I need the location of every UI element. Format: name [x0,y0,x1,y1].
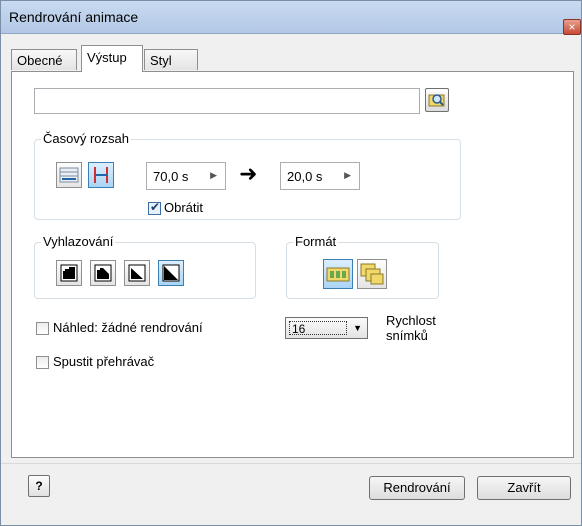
format-group: Formát [286,234,439,299]
tab-styl[interactable]: Styl [144,49,198,70]
antialias-low-icon [94,264,112,282]
browse-button[interactable] [425,88,449,112]
antialias-medium-button[interactable] [124,260,150,286]
frame-rate-label-2: snímků [386,328,428,343]
video-format-button[interactable] [323,259,353,289]
preview-checkbox[interactable] [36,322,49,335]
frame-rate-label-1: Rychlost [386,313,436,328]
title-bar[interactable]: Rendrování animace × [1,1,581,35]
antialias-high-icon [162,264,180,282]
output-file-input[interactable] [34,88,420,114]
tab-panel-vystup: Časový rozsah 70,0 s ▶ ➜ 20,0 s ▶ ✔ Obrá… [11,71,574,458]
end-time-spinner[interactable]: 20,0 s ▶ [280,162,360,190]
launch-player-label: Spustit přehrávač [53,354,155,369]
video-format-icon [326,267,350,282]
render-button[interactable]: Rendrování [369,476,465,500]
checkmark-icon: ✔ [150,200,161,214]
render-animation-dialog: Rendrování animace × Obecné Výstup Styl … [0,0,582,526]
spin-right-icon[interactable]: ▶ [344,170,351,181]
whole-range-button[interactable] [56,162,82,188]
help-icon[interactable]: ? [28,475,50,497]
close-button[interactable]: Zavřít [477,476,571,500]
reverse-checkbox[interactable]: ✔ [148,200,161,215]
start-time-spinner[interactable]: 70,0 s ▶ [146,162,226,190]
tab-vystup[interactable]: Výstup [81,45,143,72]
image-sequence-format-button[interactable] [357,259,387,289]
preview-label: Náhled: žádné rendrování [53,320,203,335]
antialias-medium-icon [128,264,146,282]
footer-divider [1,463,581,464]
window-title: Rendrování animace [9,9,139,25]
chevron-down-icon: ▼ [353,323,362,333]
image-sequence-format-icon [360,263,384,285]
antialias-high-button[interactable] [158,260,184,286]
frame-rate-value: 16 [289,321,347,336]
close-icon[interactable]: × [563,19,581,35]
format-label: Formát [293,234,339,249]
launch-player-checkbox[interactable] [36,356,49,369]
time-range-icon [94,167,108,183]
time-range-group: Časový rozsah 70,0 s ▶ ➜ 20,0 s ▶ ✔ Obrá… [34,131,461,220]
frame-rate-select[interactable]: 16 ▼ [285,317,368,339]
time-range-label: Časový rozsah [41,131,131,146]
start-time-value: 70,0 s [153,169,189,184]
arrow-right-icon: ➜ [239,161,258,186]
whole-range-icon [59,167,79,183]
antialias-none-icon [60,264,78,282]
antialias-none-button[interactable] [56,260,82,286]
end-time-value: 20,0 s [287,169,323,184]
reverse-label: Obrátit [164,200,204,215]
browse-folder-icon [428,94,445,107]
spin-right-icon[interactable]: ▶ [210,170,217,181]
time-range-button[interactable] [88,162,114,188]
smoothing-label: Vyhlazování [41,234,116,249]
smoothing-group: Vyhlazování [34,234,256,299]
tab-obecne[interactable]: Obecné [11,49,77,70]
antialias-low-button[interactable] [90,260,116,286]
